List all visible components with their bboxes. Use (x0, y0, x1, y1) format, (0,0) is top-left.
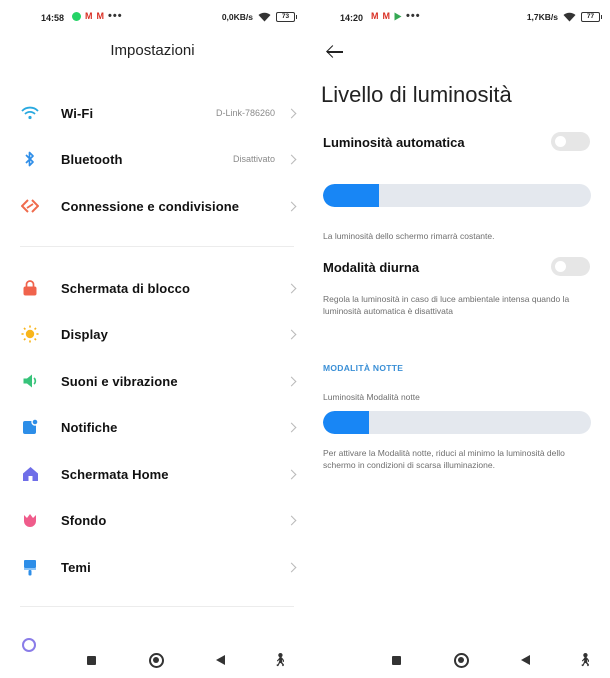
chevron-right-icon (286, 376, 297, 386)
battery-icon: 77 (581, 12, 602, 22)
brightness-slider-fill (323, 184, 380, 207)
night-brightness-label: Luminosità Modalità notte (323, 392, 420, 402)
recents-button[interactable] (392, 656, 401, 665)
play-store-icon (394, 12, 402, 20)
status-app-icons: M M ••• (72, 9, 123, 22)
night-brightness-slider-fill (323, 411, 369, 434)
gmail-icon: M (96, 11, 105, 21)
sun-icon (20, 324, 40, 344)
auto-brightness-toggle[interactable] (551, 132, 590, 151)
status-time: 14:58 (41, 13, 65, 23)
wifi-icon (20, 103, 40, 123)
chevron-right-icon (286, 154, 297, 164)
day-mode-description: Regola la luminosità in caso di luce amb… (323, 294, 570, 316)
bluetooth-icon (20, 149, 40, 169)
recents-button[interactable] (87, 656, 96, 665)
share-icon (20, 196, 40, 216)
gmail-icon: M (382, 11, 391, 21)
accessibility-icon[interactable]: 🚶︎ (272, 652, 289, 668)
status-right: 0,0KB/s 73 (221, 12, 297, 22)
network-speed: 0,0KB/s (221, 12, 253, 22)
status-bar: 14:58 M M ••• 0,0KB/s 73 (0, 10, 305, 26)
lock-icon (20, 278, 40, 298)
settings-item-themes[interactable]: Temi (0, 544, 305, 590)
accessibility-icon[interactable]: 🚶︎ (577, 652, 594, 668)
wifi-status-icon (258, 12, 271, 22)
auto-brightness-description: La luminosità dello schermo rimarrà cost… (323, 231, 495, 241)
chevron-right-icon (286, 329, 297, 339)
status-time: 14:20 (340, 13, 364, 23)
settings-item-label: Notifiche (61, 419, 118, 435)
settings-item-bluetooth[interactable]: Bluetooth Disattivato (0, 136, 305, 182)
battery-icon: 73 (276, 12, 297, 22)
settings-item-label: Connessione e condivisione (61, 198, 240, 214)
chevron-right-icon (286, 422, 297, 432)
day-mode-toggle[interactable] (551, 257, 590, 276)
status-right: 1,7KB/s 77 (526, 12, 602, 22)
back-button[interactable] (216, 655, 225, 665)
night-mode-section-header: MODALITÀ NOTTE (323, 363, 404, 373)
settings-item-label: Display (61, 326, 108, 342)
settings-item-connection[interactable]: Connessione e condivisione (0, 183, 305, 229)
back-button[interactable] (521, 655, 530, 665)
back-arrow-head (326, 44, 339, 58)
settings-item-label: Suoni e vibrazione (61, 373, 178, 389)
settings-item-label: Bluetooth (61, 151, 123, 167)
home-button[interactable] (149, 653, 164, 668)
home-icon (20, 464, 40, 484)
chevron-right-icon (286, 283, 297, 293)
status-bar: 14:20 M M ••• 1,7KB/s 77 (305, 10, 610, 26)
settings-item-label: Wi-Fi (61, 105, 94, 121)
night-brightness-slider[interactable] (323, 411, 591, 434)
navigation-bar: 🚶︎ (0, 642, 305, 678)
page-title: Impostazioni (110, 42, 195, 59)
night-mode-description: Per attivare la Modalità notte, riduci a… (323, 448, 565, 470)
brush-icon (20, 557, 40, 577)
tulip-icon (20, 510, 40, 530)
settings-item-notifications[interactable]: Notifiche (0, 404, 305, 450)
settings-item-value: D-Link-786260 (215, 108, 275, 118)
toggle-knob (555, 136, 566, 147)
back-arrow-button[interactable] (325, 44, 345, 60)
settings-item-home-screen[interactable]: Schermata Home (0, 451, 305, 497)
chevron-right-icon (286, 515, 297, 525)
settings-item-value: Disattivato (232, 154, 275, 164)
auto-brightness-label: Luminosità automatica (323, 135, 465, 150)
chevron-right-icon (286, 201, 297, 211)
settings-item-label: Schermata Home (61, 466, 169, 482)
chevron-right-icon (286, 108, 297, 118)
home-button[interactable] (454, 653, 469, 668)
gmail-icon: M (85, 11, 93, 21)
more-notifications-icon: ••• (406, 9, 421, 22)
day-mode-label: Modalità diurna (323, 260, 420, 275)
settings-item-label: Sfondo (61, 512, 107, 528)
settings-item-wifi[interactable]: Wi-Fi D-Link-786260 (0, 90, 305, 136)
more-notifications-icon: ••• (108, 9, 123, 22)
gmail-icon: M (371, 11, 379, 21)
settings-item-sound[interactable]: Suoni e vibrazione (0, 358, 305, 404)
whatsapp-icon (72, 11, 81, 21)
settings-item-label: Temi (61, 559, 91, 575)
settings-item-lock-screen[interactable]: Schermata di blocco (0, 265, 305, 311)
section-divider (20, 606, 294, 607)
chevron-right-icon (286, 469, 297, 479)
speaker-icon (20, 371, 40, 391)
settings-item-label: Schermata di blocco (61, 280, 191, 296)
network-speed: 1,7KB/s (526, 12, 558, 22)
navigation-bar: 🚶︎ (305, 642, 610, 678)
toggle-knob (555, 261, 566, 272)
status-app-icons: M M ••• (371, 9, 421, 22)
settings-screen: 14:58 M M ••• 0,0KB/s 73 Impostazioni Wi… (0, 0, 305, 678)
section-divider (20, 246, 294, 247)
page-title: Livello di luminosità (321, 82, 512, 107)
settings-item-display[interactable]: Display (0, 311, 305, 357)
settings-item-wallpaper[interactable]: Sfondo (0, 497, 305, 543)
chevron-right-icon (286, 562, 297, 572)
brightness-slider[interactable] (323, 184, 591, 207)
notification-icon (20, 417, 40, 437)
wifi-status-icon (563, 12, 576, 22)
brightness-screen: 14:20 M M ••• 1,7KB/s 77 Livello di lumi… (305, 0, 610, 678)
